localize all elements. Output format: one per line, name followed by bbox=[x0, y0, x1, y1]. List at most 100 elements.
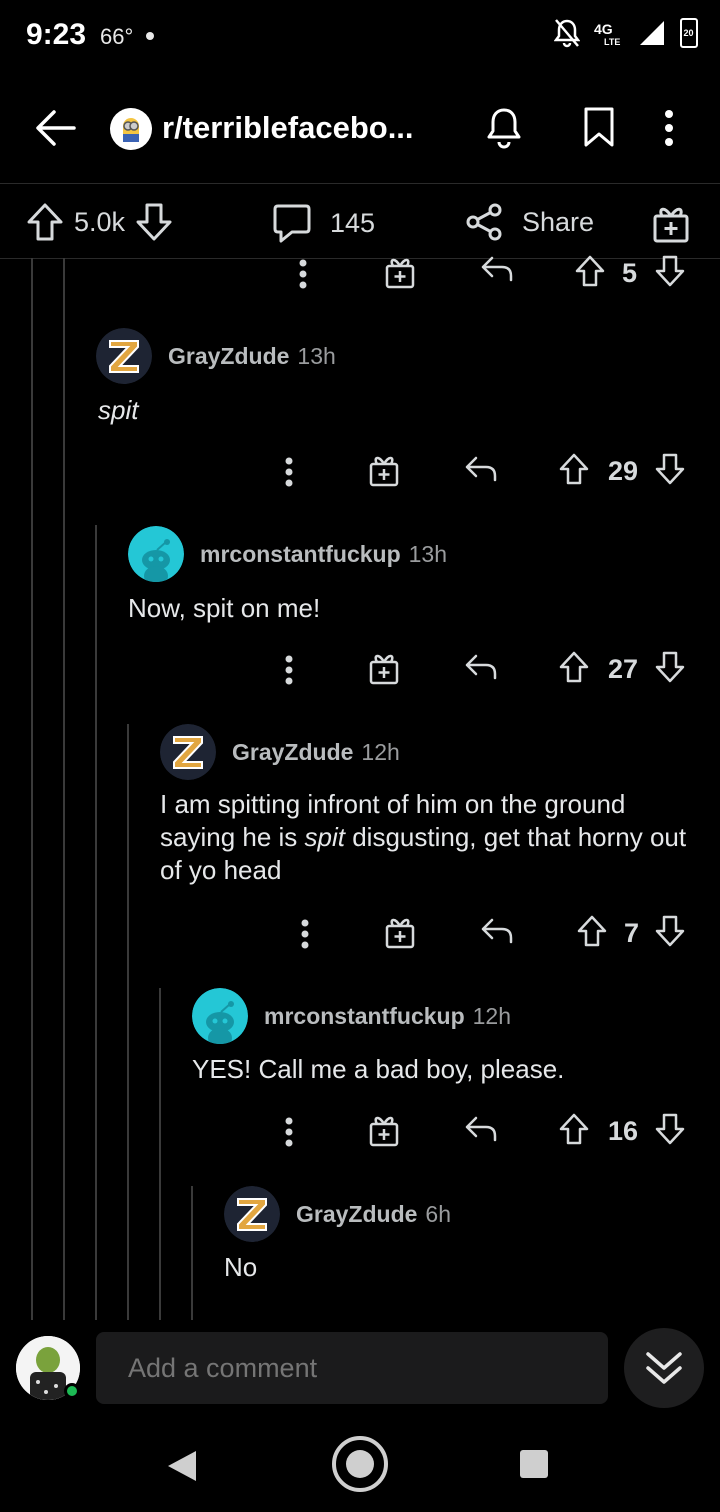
award-button[interactable] bbox=[652, 202, 690, 244]
reply-icon[interactable] bbox=[464, 652, 498, 682]
avatar[interactable] bbox=[192, 988, 248, 1044]
upvote-icon[interactable] bbox=[558, 1112, 590, 1146]
award-icon[interactable] bbox=[368, 650, 400, 686]
next-comment-button[interactable] bbox=[624, 1328, 704, 1408]
author-name[interactable]: GrayZdude bbox=[296, 1201, 417, 1227]
upvote-icon[interactable] bbox=[558, 650, 590, 684]
post-score: 5.0k bbox=[74, 206, 126, 237]
minion-icon bbox=[123, 118, 139, 142]
comment-body: No bbox=[224, 1252, 258, 1282]
comments-button[interactable]: 145 bbox=[272, 202, 375, 244]
svg-text:4G: 4G bbox=[594, 21, 613, 37]
upvote-icon[interactable] bbox=[26, 202, 64, 242]
comment-author[interactable]: mrconstantfuckup 12h bbox=[264, 1003, 511, 1030]
comment-more-icon[interactable] bbox=[298, 258, 308, 290]
comment-count: 145 bbox=[330, 207, 376, 238]
award-icon[interactable] bbox=[368, 1112, 400, 1148]
z-logo-icon bbox=[224, 1186, 280, 1242]
share-button[interactable]: Share bbox=[464, 202, 594, 242]
post-vote-group: 5.0k bbox=[26, 202, 173, 242]
award-icon[interactable] bbox=[384, 914, 416, 950]
comment-more-icon[interactable] bbox=[300, 918, 310, 950]
gift-icon bbox=[653, 207, 689, 243]
share-label: Share bbox=[522, 206, 595, 237]
comment-age: 13h bbox=[297, 343, 336, 369]
award-icon[interactable] bbox=[368, 452, 400, 488]
battery-level: 20 bbox=[683, 28, 694, 38]
online-status-indicator bbox=[64, 1383, 80, 1399]
nav-recents-icon[interactable] bbox=[518, 1448, 550, 1480]
comment-age: 13h bbox=[408, 541, 448, 567]
comment-actions: 7 bbox=[280, 912, 700, 962]
battery-icon: 20 bbox=[680, 18, 698, 48]
avatar[interactable] bbox=[224, 1186, 280, 1242]
comment-score: 7 bbox=[624, 918, 640, 948]
downvote-icon[interactable] bbox=[135, 202, 173, 242]
author-name[interactable]: GrayZdude bbox=[168, 343, 289, 369]
save-post-button[interactable] bbox=[582, 106, 616, 153]
comment-author[interactable]: GrayZdude 13h bbox=[168, 343, 336, 370]
lte-icon: 4GLTE bbox=[594, 21, 620, 46]
comment-body: Now, spit on me! bbox=[128, 593, 321, 623]
comment-text-italic: spit bbox=[304, 822, 345, 852]
comment-more-icon[interactable] bbox=[284, 456, 294, 488]
subreddit-icon[interactable] bbox=[110, 108, 152, 150]
comment-body: I am spitting infront of him on the grou… bbox=[160, 788, 690, 887]
author-name[interactable]: GrayZdude bbox=[232, 739, 353, 765]
z-logo-icon bbox=[96, 328, 152, 384]
avatar[interactable] bbox=[160, 724, 216, 780]
thread-line bbox=[95, 525, 97, 1320]
upvote-icon[interactable] bbox=[558, 452, 590, 486]
award-icon[interactable] bbox=[384, 254, 416, 290]
svg-text:LTE: LTE bbox=[604, 37, 620, 46]
subreddit-name[interactable]: r/terriblefacebo... bbox=[162, 110, 414, 146]
status-bar: 9:23 66° 4G LTE 20 bbox=[0, 0, 720, 72]
comment-actions: 16 bbox=[264, 1110, 704, 1160]
downvote-icon[interactable] bbox=[654, 650, 686, 684]
reply-icon[interactable] bbox=[464, 454, 498, 484]
comment-author[interactable]: mrconstantfuckup 13h bbox=[200, 541, 447, 568]
author-name[interactable]: mrconstantfuckup bbox=[264, 1003, 465, 1029]
z-logo-icon bbox=[160, 724, 216, 780]
bookmark-icon bbox=[584, 107, 614, 147]
thread-line bbox=[63, 258, 65, 1320]
downvote-icon[interactable] bbox=[654, 254, 686, 288]
reply-icon[interactable] bbox=[480, 254, 514, 284]
avatar[interactable] bbox=[96, 328, 152, 384]
add-comment-input[interactable] bbox=[96, 1332, 608, 1404]
nav-back-icon[interactable] bbox=[164, 1448, 200, 1484]
upvote-icon[interactable] bbox=[574, 254, 606, 288]
snoo-avatar-icon bbox=[128, 526, 184, 582]
post-action-bar: 5.0k 145 Share bbox=[0, 196, 720, 256]
upvote-icon[interactable] bbox=[576, 914, 608, 948]
divider bbox=[0, 183, 720, 184]
downvote-icon[interactable] bbox=[654, 914, 686, 948]
comment-score: 16 bbox=[608, 1116, 639, 1146]
comment-composer-bar bbox=[0, 1320, 720, 1420]
author-name[interactable]: mrconstantfuckup bbox=[200, 541, 401, 567]
comment-actions: 29 bbox=[264, 450, 704, 500]
comment-author[interactable]: GrayZdude 6h bbox=[296, 1201, 451, 1228]
comment-body: spit bbox=[98, 394, 138, 427]
back-button[interactable] bbox=[34, 108, 78, 148]
comment-more-icon[interactable] bbox=[284, 654, 294, 686]
reply-icon[interactable] bbox=[480, 916, 514, 946]
notifications-button[interactable] bbox=[484, 106, 524, 155]
comment-age: 6h bbox=[425, 1201, 452, 1227]
bell-icon bbox=[487, 108, 521, 149]
back-arrow-icon bbox=[36, 110, 76, 146]
status-temperature: 66° bbox=[100, 24, 134, 49]
notification-dot bbox=[146, 32, 154, 40]
more-options-button[interactable] bbox=[664, 106, 674, 155]
thread-line bbox=[31, 258, 33, 1320]
comment-author[interactable]: GrayZdude 12h bbox=[232, 739, 400, 766]
comment-score: 5 bbox=[622, 258, 638, 288]
reply-icon[interactable] bbox=[464, 1114, 498, 1144]
kebab-icon bbox=[665, 110, 673, 146]
downvote-icon[interactable] bbox=[654, 1112, 686, 1146]
downvote-icon[interactable] bbox=[654, 452, 686, 486]
avatar[interactable] bbox=[128, 526, 184, 582]
nav-home-icon[interactable] bbox=[330, 1434, 390, 1494]
comment-age: 12h bbox=[361, 739, 400, 765]
comment-more-icon[interactable] bbox=[284, 1116, 294, 1148]
